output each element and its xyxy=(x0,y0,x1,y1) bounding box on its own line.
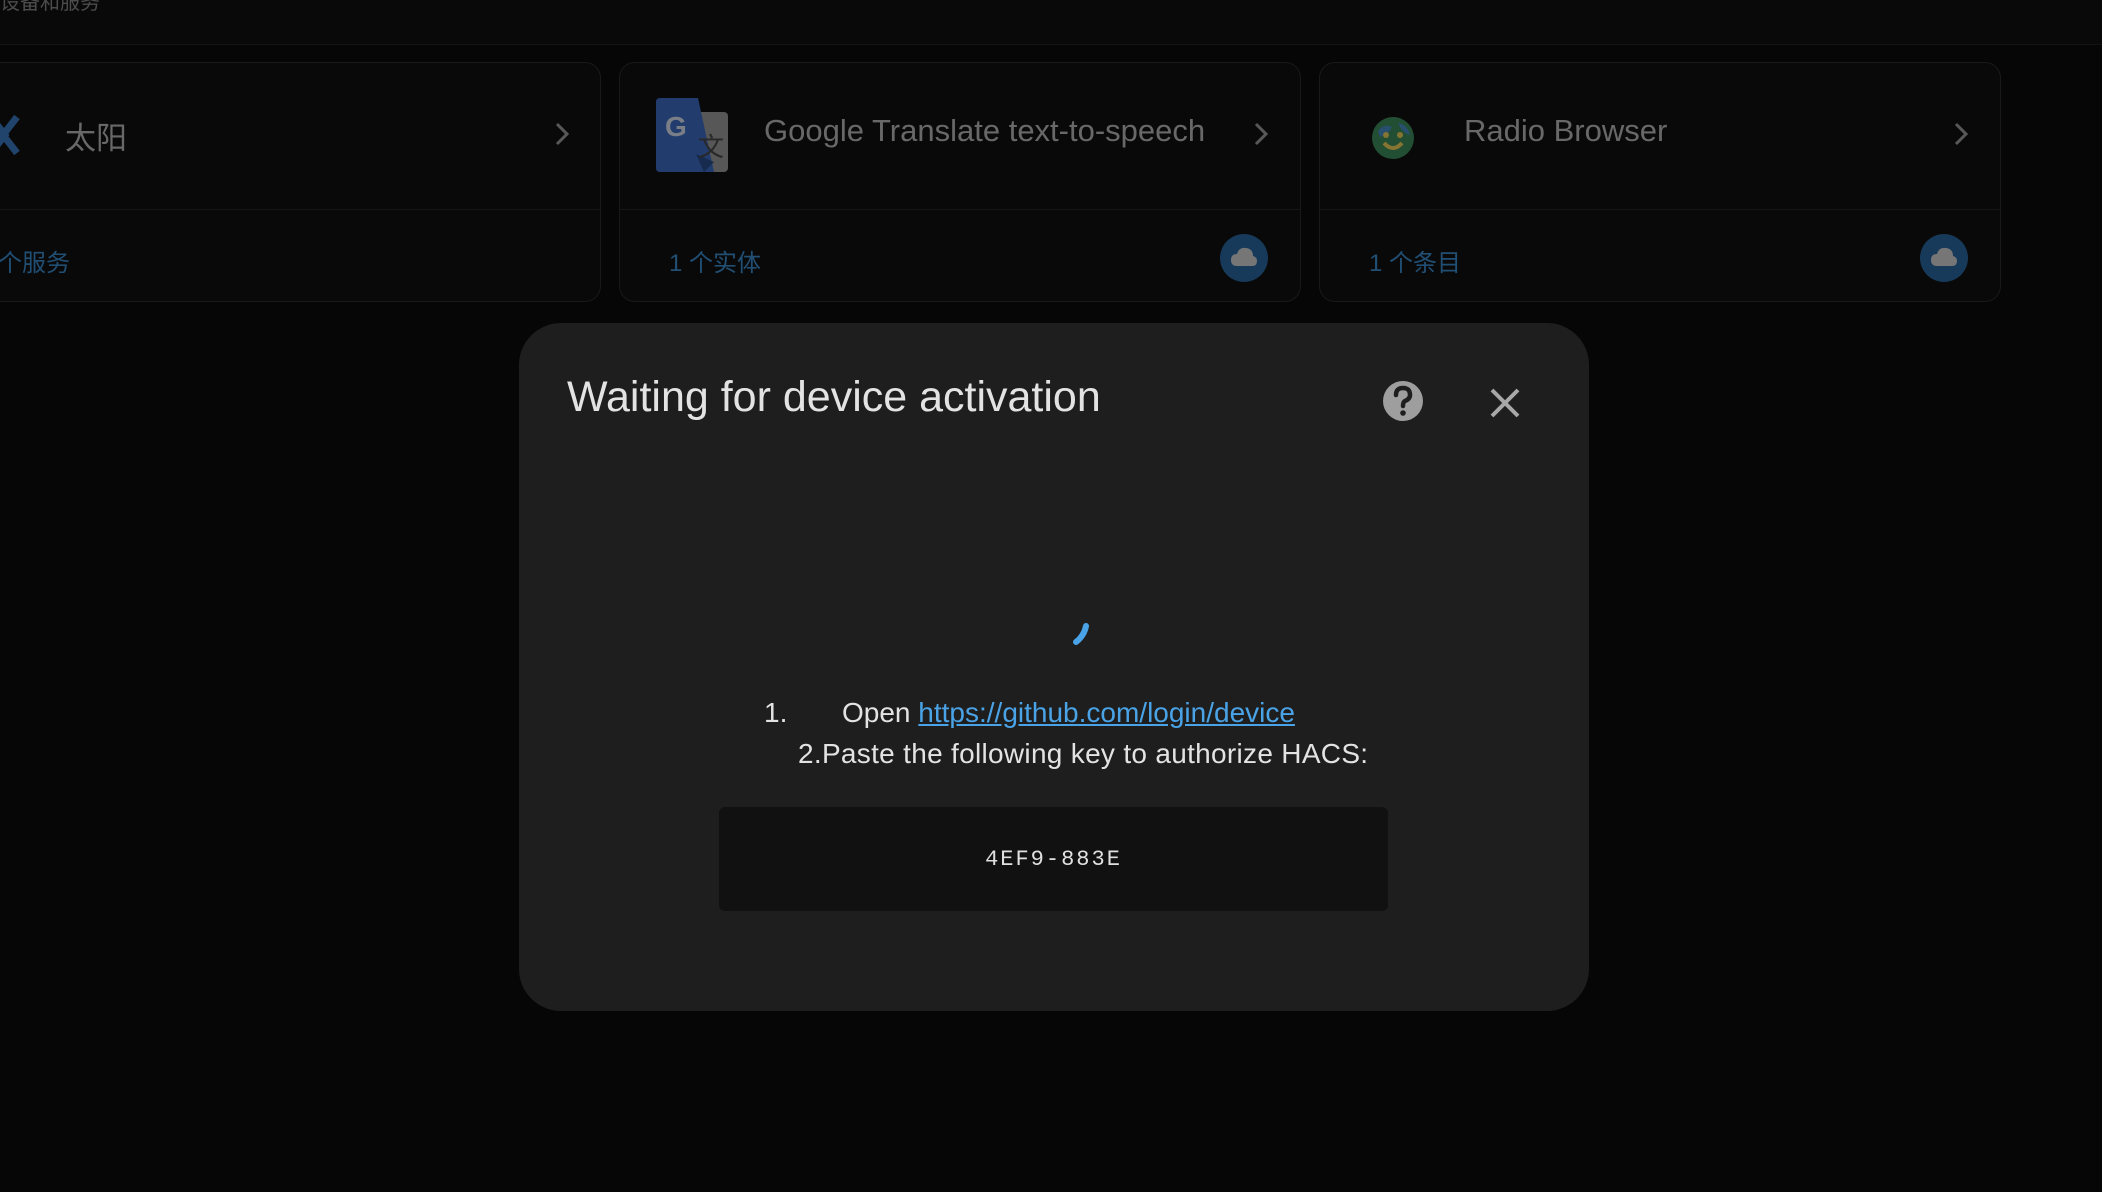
instruction-step-1: 1. Open https://github.com/login/device xyxy=(764,697,1295,729)
device-activation-dialog: Waiting for device activation 1. Open htt… xyxy=(519,323,1589,1011)
loading-spinner-icon xyxy=(1064,620,1104,660)
page: 设备和服务 太阳 个服务 G 文 Google Translate text-t… xyxy=(0,0,2102,1192)
dialog-title: Waiting for device activation xyxy=(567,373,1101,421)
step-text: Open xyxy=(842,697,919,728)
device-code-box[interactable]: 4EF9-883E xyxy=(719,807,1388,911)
step-number: 1. xyxy=(764,697,788,728)
help-circle-icon[interactable] xyxy=(1381,379,1425,423)
github-device-link[interactable]: https://github.com/login/device xyxy=(918,697,1295,728)
instruction-step-2: 2.Paste the following key to authorize H… xyxy=(798,738,1369,769)
device-code[interactable]: 4EF9-883E xyxy=(719,847,1388,872)
close-icon[interactable] xyxy=(1485,383,1525,423)
